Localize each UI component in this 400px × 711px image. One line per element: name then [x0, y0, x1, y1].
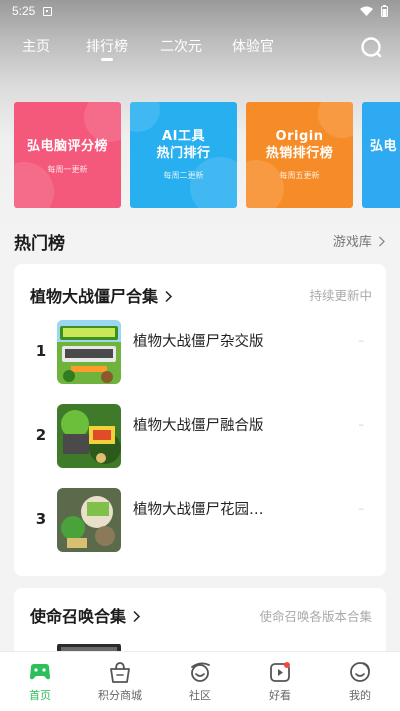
banner-title: 弘电脑评分榜 — [26, 139, 108, 154]
game-extra: – — [358, 502, 365, 515]
search-icon[interactable] — [358, 34, 384, 60]
bottom-nav-watch[interactable]: 好看 — [240, 652, 320, 711]
video-icon — [270, 662, 290, 682]
tab-anime[interactable]: 二次元 — [160, 36, 202, 56]
ranking-banner-carousel: 弘电脑评分榜 每周一更新 AI工具 热门排行 每周二更新 Origin 热销排行… — [14, 102, 400, 210]
collection-title: 植物大战僵尸合集 — [30, 287, 159, 306]
gamepad-icon — [30, 664, 50, 680]
game-thumbnail — [57, 488, 121, 552]
game-name: 植物大战僵尸融合版 — [133, 418, 264, 434]
banner-origin-sales-rank[interactable]: Origin 热销排行榜 每周五更新 — [246, 102, 353, 208]
bottom-nav-points-mall[interactable]: 积分商城 — [80, 652, 160, 711]
bottom-nav-label: 积分商城 — [98, 689, 142, 702]
game-extra: – — [358, 334, 365, 347]
banner-ai-tools-rank[interactable]: AI工具 热门排行 每周二更新 — [130, 102, 237, 208]
tab-tester[interactable]: 体验官 — [232, 36, 274, 56]
game-name: 植物大战僵尸杂交版 — [133, 334, 264, 350]
bottom-nav-label: 首页 — [29, 689, 51, 702]
list-item[interactable]: 1 植物大战僵尸杂交版 – — [14, 320, 386, 386]
bottom-nav-community[interactable]: 社区 — [160, 652, 240, 711]
bottom-nav-label: 好看 — [269, 689, 291, 702]
game-thumbnail — [57, 404, 121, 468]
bottom-nav-profile[interactable]: 我的 — [320, 652, 400, 711]
chevron-right-icon — [165, 290, 172, 303]
rank-number: 2 — [35, 426, 47, 444]
banner-subtitle: 每周一更新 — [47, 165, 88, 174]
collection-title: 使命召唤合集 — [30, 607, 127, 626]
banner-title-line1: AI工具 — [162, 129, 205, 144]
collection-status: 使命召唤各版本合集 — [259, 609, 372, 624]
sim-notification-icon — [43, 6, 53, 16]
community-icon — [191, 662, 210, 682]
chevron-right-icon — [379, 236, 385, 247]
game-library-label: 游戏库 — [332, 235, 372, 250]
rank-number: 1 — [35, 342, 47, 360]
bottom-nav-label: 我的 — [349, 689, 371, 702]
battery-icon — [381, 5, 388, 17]
banner-title-line1: Origin — [275, 129, 324, 144]
game-thumbnail — [57, 320, 121, 384]
status-bar: 5:25 — [0, 0, 400, 22]
status-time: 5:25 — [12, 4, 36, 18]
shopping-bag-icon — [110, 662, 130, 683]
hot-list-title: 热门榜 — [14, 234, 65, 254]
list-item[interactable]: 2 植物大战僵尸融合版 – — [14, 404, 386, 470]
banner-title-line2: 热门排行 — [156, 146, 211, 161]
game-name: 植物大战僵尸花园… — [133, 502, 264, 518]
chevron-right-icon — [133, 610, 140, 623]
tab-home[interactable]: 主页 — [22, 36, 50, 56]
bottom-nav: 首页 积分商城 社区 好看 我的 — [0, 651, 400, 711]
bottom-nav-home[interactable]: 首页 — [0, 652, 80, 711]
banner-partial[interactable]: 弘电 — [362, 102, 400, 208]
banner-subtitle: 每周五更新 — [279, 171, 320, 180]
game-extra: – — [358, 418, 365, 431]
rank-number: 3 — [35, 510, 47, 528]
active-tab-indicator — [101, 58, 113, 61]
wifi-icon — [360, 6, 373, 16]
banner-subtitle: 每周二更新 — [163, 171, 204, 180]
top-tabs: 主页 排行榜 二次元 体验官 — [0, 30, 400, 70]
banner-title-line2: 热销排行榜 — [265, 146, 334, 161]
profile-icon — [350, 662, 370, 682]
tab-ranking[interactable]: 排行榜 — [86, 36, 128, 56]
collection-status: 持续更新中 — [309, 288, 372, 303]
collection-card-pvz: 植物大战僵尸合集 持续更新中 1 植物大战僵尸杂交版 – 2 植物大战僵尸融合版… — [14, 264, 386, 576]
banner-pc-score-rank[interactable]: 弘电脑评分榜 每周一更新 — [14, 102, 121, 208]
game-library-link[interactable]: 游戏库 — [333, 231, 386, 250]
hot-list-header: 热门榜 游戏库 — [14, 229, 386, 254]
bottom-nav-label: 社区 — [189, 689, 211, 702]
banner-title: 弘电 — [370, 139, 398, 154]
list-item[interactable]: 3 植物大战僵尸花园… – — [14, 488, 386, 554]
collection-title-link[interactable]: 植物大战僵尸合集 — [30, 283, 173, 307]
collection-title-link[interactable]: 使命召唤合集 — [30, 603, 141, 627]
